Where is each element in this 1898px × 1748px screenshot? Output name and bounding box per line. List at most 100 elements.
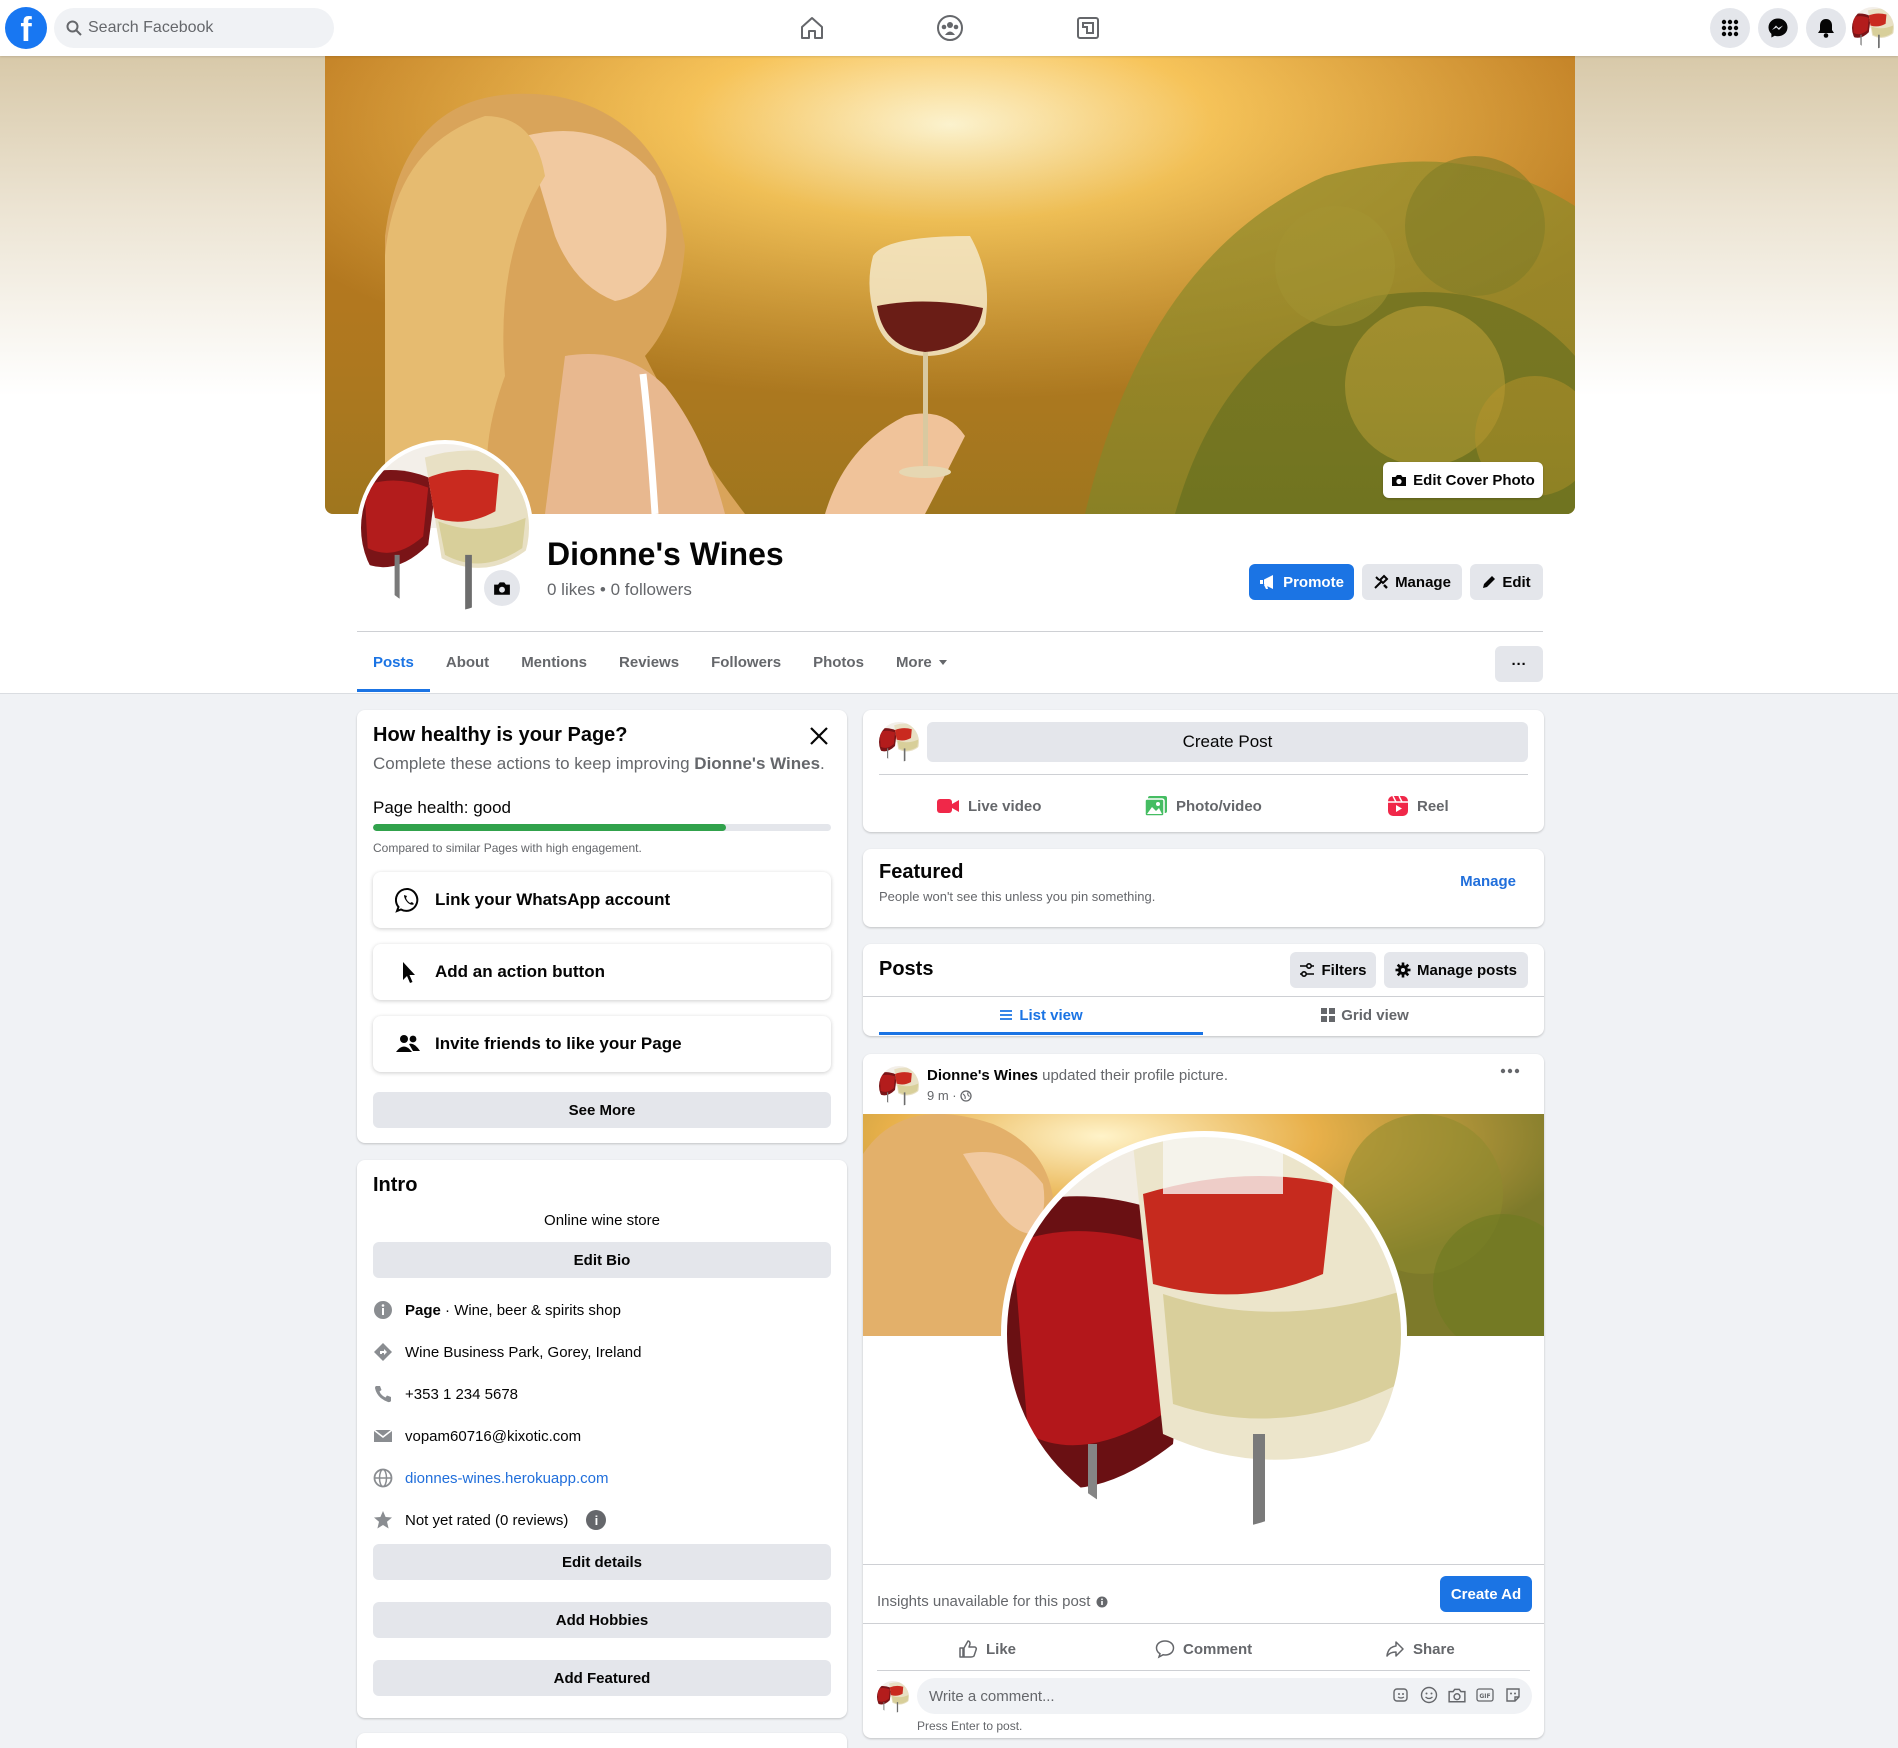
manage-button[interactable]: Manage (1362, 564, 1462, 600)
post-actions-top-border (863, 1623, 1544, 1624)
edit-bio-button[interactable]: Edit Bio (373, 1242, 831, 1278)
photo-video-label: Photo/video (1176, 797, 1262, 815)
notifications-icon[interactable] (1806, 8, 1846, 48)
search-box[interactable] (54, 8, 334, 48)
edit-label: Edit (1502, 573, 1531, 591)
edit-details-button[interactable]: Edit details (373, 1544, 831, 1580)
promote-button[interactable]: Promote (1249, 564, 1354, 600)
like-button[interactable]: Like (958, 1629, 1016, 1669)
filters-icon (1300, 963, 1315, 977)
page-tabs: Posts About Mentions Reviews Followers P… (357, 632, 964, 692)
list-view-tab[interactable]: List view (879, 996, 1203, 1034)
rating-info-icon[interactable]: i (586, 1510, 607, 1530)
camera-icon[interactable] (1448, 1686, 1466, 1704)
info-icon (373, 1300, 393, 1320)
more-options-button[interactable]: ··· (1495, 646, 1543, 682)
edit-cover-photo-button[interactable]: Edit Cover Photo (1383, 462, 1543, 498)
intro-email-row: vopam60716@kixotic.com (373, 1426, 581, 1446)
post-actions-bottom-border (877, 1670, 1530, 1671)
post-timestamp[interactable]: 9 m · (927, 1088, 957, 1103)
intro-bio: Online wine store (544, 1212, 660, 1229)
see-more-button[interactable]: See More (373, 1092, 831, 1128)
edit-page-button[interactable]: Edit (1470, 564, 1543, 600)
tab-reviews[interactable]: Reviews (603, 632, 695, 692)
share-button[interactable]: Share (1385, 1629, 1455, 1669)
tab-more[interactable]: More (880, 632, 964, 692)
link-whatsapp-action[interactable]: Link your WhatsApp account (373, 872, 831, 928)
grid-view-tab[interactable]: Grid view (1203, 996, 1527, 1034)
tab-photos[interactable]: Photos (797, 632, 880, 692)
create-ad-button[interactable]: Create Ad (1440, 1576, 1532, 1612)
add-action-button-action[interactable]: Add an action button (373, 944, 831, 1000)
filters-button[interactable]: Filters (1290, 952, 1376, 988)
intro-phone: +353 1 234 5678 (405, 1385, 519, 1403)
health-status-label: Page health: good (373, 798, 512, 817)
create-post-button[interactable]: Create Post (927, 722, 1528, 762)
sticker-icon[interactable] (1504, 1686, 1522, 1704)
featured-manage-link[interactable]: Manage (1460, 873, 1516, 890)
create-post-avatar[interactable] (879, 722, 919, 762)
live-video-button[interactable]: Live video (936, 786, 1041, 826)
avatar-sticker-icon[interactable] (1392, 1686, 1410, 1704)
tools-icon (1374, 574, 1389, 589)
gif-icon[interactable]: GIF (1476, 1686, 1494, 1704)
post-author-name[interactable]: Dionne's Wines (927, 1067, 1038, 1084)
photo-video-button[interactable]: Photo/video (1144, 786, 1262, 826)
post-author-avatar[interactable] (879, 1066, 919, 1106)
post-action-text: updated their profile picture. (1037, 1067, 1229, 1084)
invite-friends-action[interactable]: Invite friends to like your Page (373, 1016, 831, 1072)
intro-category-label: · Wine, beer & spirits shop (440, 1301, 621, 1319)
comment-button[interactable]: Comment (1155, 1629, 1252, 1669)
camera-icon (494, 582, 510, 595)
cover-photo[interactable] (325, 56, 1575, 514)
search-input[interactable] (88, 8, 318, 48)
menu-grid-icon[interactable] (1710, 8, 1750, 48)
cover-image (325, 56, 1575, 514)
tab-mentions[interactable]: Mentions (505, 632, 603, 692)
gear-icon (1395, 962, 1411, 978)
close-icon[interactable] (807, 724, 831, 748)
header-bottom-border (0, 693, 1898, 694)
facebook-logo[interactable]: f (5, 7, 47, 49)
page-title: Dionne's Wines (547, 536, 784, 572)
post-insights-row: Insights unavailable for this post (877, 1593, 1108, 1610)
groups-icon[interactable] (934, 12, 966, 44)
intro-address-row: Wine Business Park, Gorey, Ireland (373, 1342, 641, 1362)
thumbs-up-icon (959, 1640, 978, 1658)
top-navigation-bar: f (0, 0, 1898, 56)
page-stats[interactable]: 0 likes • 0 followers (547, 580, 692, 600)
intro-website-link[interactable]: dionnes-wines.herokuapp.com (405, 1470, 608, 1487)
tab-posts[interactable]: Posts (357, 632, 430, 692)
post-image[interactable] (863, 1114, 1544, 1564)
share-icon (1386, 1641, 1404, 1657)
caret-down-icon (938, 660, 947, 665)
press-enter-hint: Press Enter to post. (917, 1719, 1023, 1733)
tab-followers[interactable]: Followers (695, 632, 797, 692)
camera-icon (1392, 475, 1407, 486)
comment-input[interactable] (929, 1678, 1369, 1714)
directions-icon (373, 1342, 393, 1362)
envelope-icon (373, 1426, 393, 1446)
add-featured-button[interactable]: Add Featured (373, 1660, 831, 1696)
phone-icon (373, 1384, 393, 1404)
messenger-icon[interactable] (1758, 8, 1798, 48)
gaming-icon[interactable] (1072, 12, 1104, 44)
post-options-icon[interactable] (1500, 1068, 1520, 1074)
intro-phone-row: +353 1 234 5678 (373, 1384, 518, 1404)
update-profile-picture-button[interactable] (484, 570, 520, 606)
reel-button[interactable]: Reel (1387, 786, 1449, 826)
invite-friends-label: Invite friends to like your Page (435, 1034, 682, 1053)
home-icon[interactable] (796, 12, 828, 44)
add-hobbies-button[interactable]: Add Hobbies (373, 1602, 831, 1638)
emoji-icon[interactable] (1420, 1686, 1438, 1704)
comment-avatar[interactable] (877, 1681, 909, 1713)
comment-icon (1155, 1640, 1175, 1659)
manage-posts-label: Manage posts (1416, 961, 1518, 979)
tab-about[interactable]: About (430, 632, 505, 692)
profile-picture-update-image (863, 1114, 1544, 1564)
account-avatar[interactable] (1852, 7, 1894, 49)
svg-text:GIF: GIF (1479, 1693, 1490, 1700)
info-icon[interactable] (1096, 1596, 1108, 1608)
comment-box[interactable]: GIF (917, 1678, 1532, 1714)
manage-posts-button[interactable]: Manage posts (1384, 952, 1528, 988)
